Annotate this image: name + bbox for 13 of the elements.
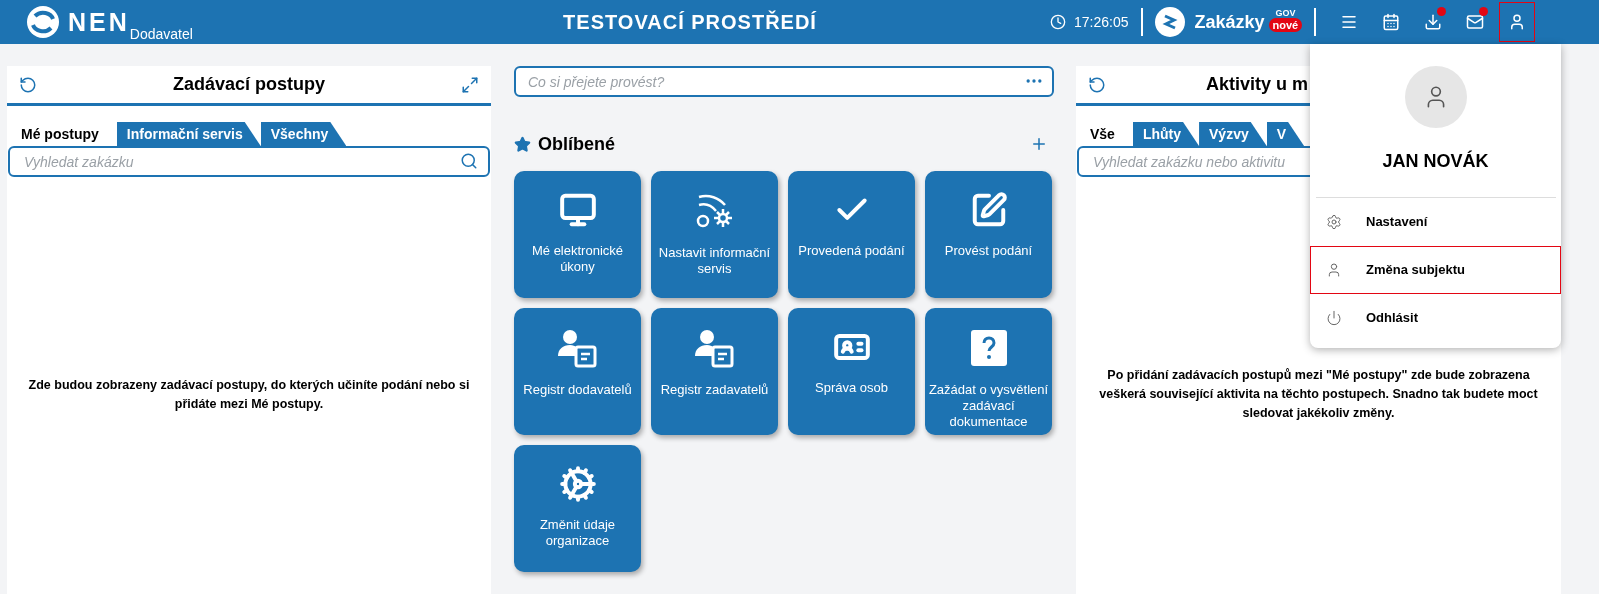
environment-title: TESTOVACÍ PROSTŘEDÍ <box>562 9 818 35</box>
user-name: JAN NOVÁK <box>1382 149 1489 173</box>
logo-text: NEN <box>68 9 130 35</box>
brand-name: Zakázky <box>1194 10 1265 34</box>
brand-superscript: GOV <box>1275 8 1296 18</box>
favorites-title: Oblíbené <box>538 132 615 156</box>
panel-title: Zadávací postupy <box>171 73 326 96</box>
empty-message: Po přidání zadávacích postupů mezi "Mé postupy" zde bude zobrazena veškerá související aktivita na těchto postupech. Snadno tak budete moct sledovat jakékoliv změny. <box>1098 367 1539 422</box>
clock-time: 17:26:05 <box>1074 12 1129 32</box>
panel-title: Aktivity u m <box>1206 73 1309 96</box>
new-badge: nové <box>1268 17 1303 32</box>
empty-message: Zde budou zobrazeny zadávací postupy, do kterých učiníte podání nebo si přidáte mezi Mé postupy. <box>27 376 471 413</box>
role-label: Dodavatel <box>129 27 193 41</box>
